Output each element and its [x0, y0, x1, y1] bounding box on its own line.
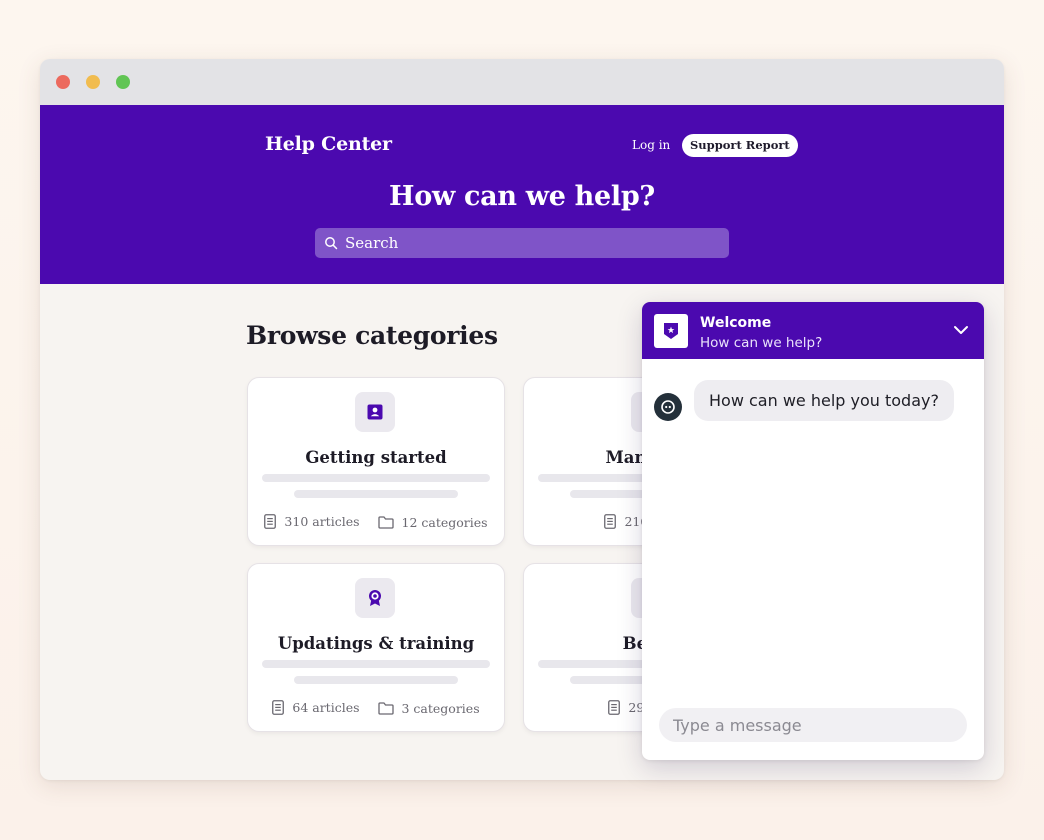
chat-widget: Welcome How can we help? How can we help…	[642, 302, 984, 760]
subcategory-count: 3 categories	[401, 701, 480, 716]
maximize-window-button[interactable]	[116, 75, 130, 89]
search-icon	[325, 237, 338, 250]
chevron-down-icon[interactable]	[952, 323, 970, 337]
hero-header: Help Center Log in Support Report How ca…	[40, 105, 1004, 284]
card-title: Updatings & training	[277, 634, 475, 653]
bot-icon	[661, 400, 675, 414]
placeholder-line	[262, 660, 490, 668]
message-input[interactable]	[659, 708, 967, 742]
document-icon	[264, 514, 277, 529]
article-count: 310 articles	[284, 514, 360, 529]
placeholder-line	[262, 474, 490, 482]
folder-icon	[377, 702, 394, 715]
award-icon	[369, 590, 381, 606]
search-input[interactable]: Search	[315, 228, 729, 258]
placeholder-line	[294, 490, 458, 498]
card-icon-tile	[355, 578, 395, 618]
placeholder-line	[294, 676, 458, 684]
folder-icon	[377, 516, 394, 529]
hero-title: How can we help?	[389, 181, 655, 212]
document-icon	[272, 700, 285, 715]
close-window-button[interactable]	[56, 75, 70, 89]
window-titlebar	[40, 59, 1004, 105]
support-report-button[interactable]: Support Report	[682, 134, 798, 157]
login-link[interactable]: Log in	[632, 138, 670, 152]
chat-header[interactable]: Welcome How can we help?	[642, 302, 984, 359]
bot-avatar	[654, 393, 682, 421]
search-placeholder: Search	[345, 234, 399, 252]
brand-logo[interactable]: Help Center	[265, 133, 392, 155]
card-title: Getting started	[305, 448, 447, 467]
minimize-window-button[interactable]	[86, 75, 100, 89]
card-meta: 64 articles 3 categories	[248, 700, 504, 718]
chat-logo	[654, 314, 688, 348]
card-meta: 310 articles 12 categories	[248, 514, 504, 532]
document-icon	[608, 700, 621, 715]
subcategory-count: 12 categories	[401, 515, 488, 530]
document-icon	[604, 514, 617, 529]
article-count: 64 articles	[292, 700, 360, 715]
shield-plus-icon	[664, 323, 678, 339]
bot-message: How can we help you today?	[694, 380, 954, 421]
chat-title: Welcome	[700, 315, 772, 331]
card-icon-tile	[355, 392, 395, 432]
chat-subtitle: How can we help?	[700, 335, 823, 351]
category-card-getting-started[interactable]: Getting started 310 articles 12 categori…	[247, 377, 505, 546]
section-title: Browse categories	[246, 321, 498, 350]
category-card-updatings-training[interactable]: Updatings & training 64 articles 3 categ…	[247, 563, 505, 732]
user-badge-icon	[367, 404, 383, 420]
